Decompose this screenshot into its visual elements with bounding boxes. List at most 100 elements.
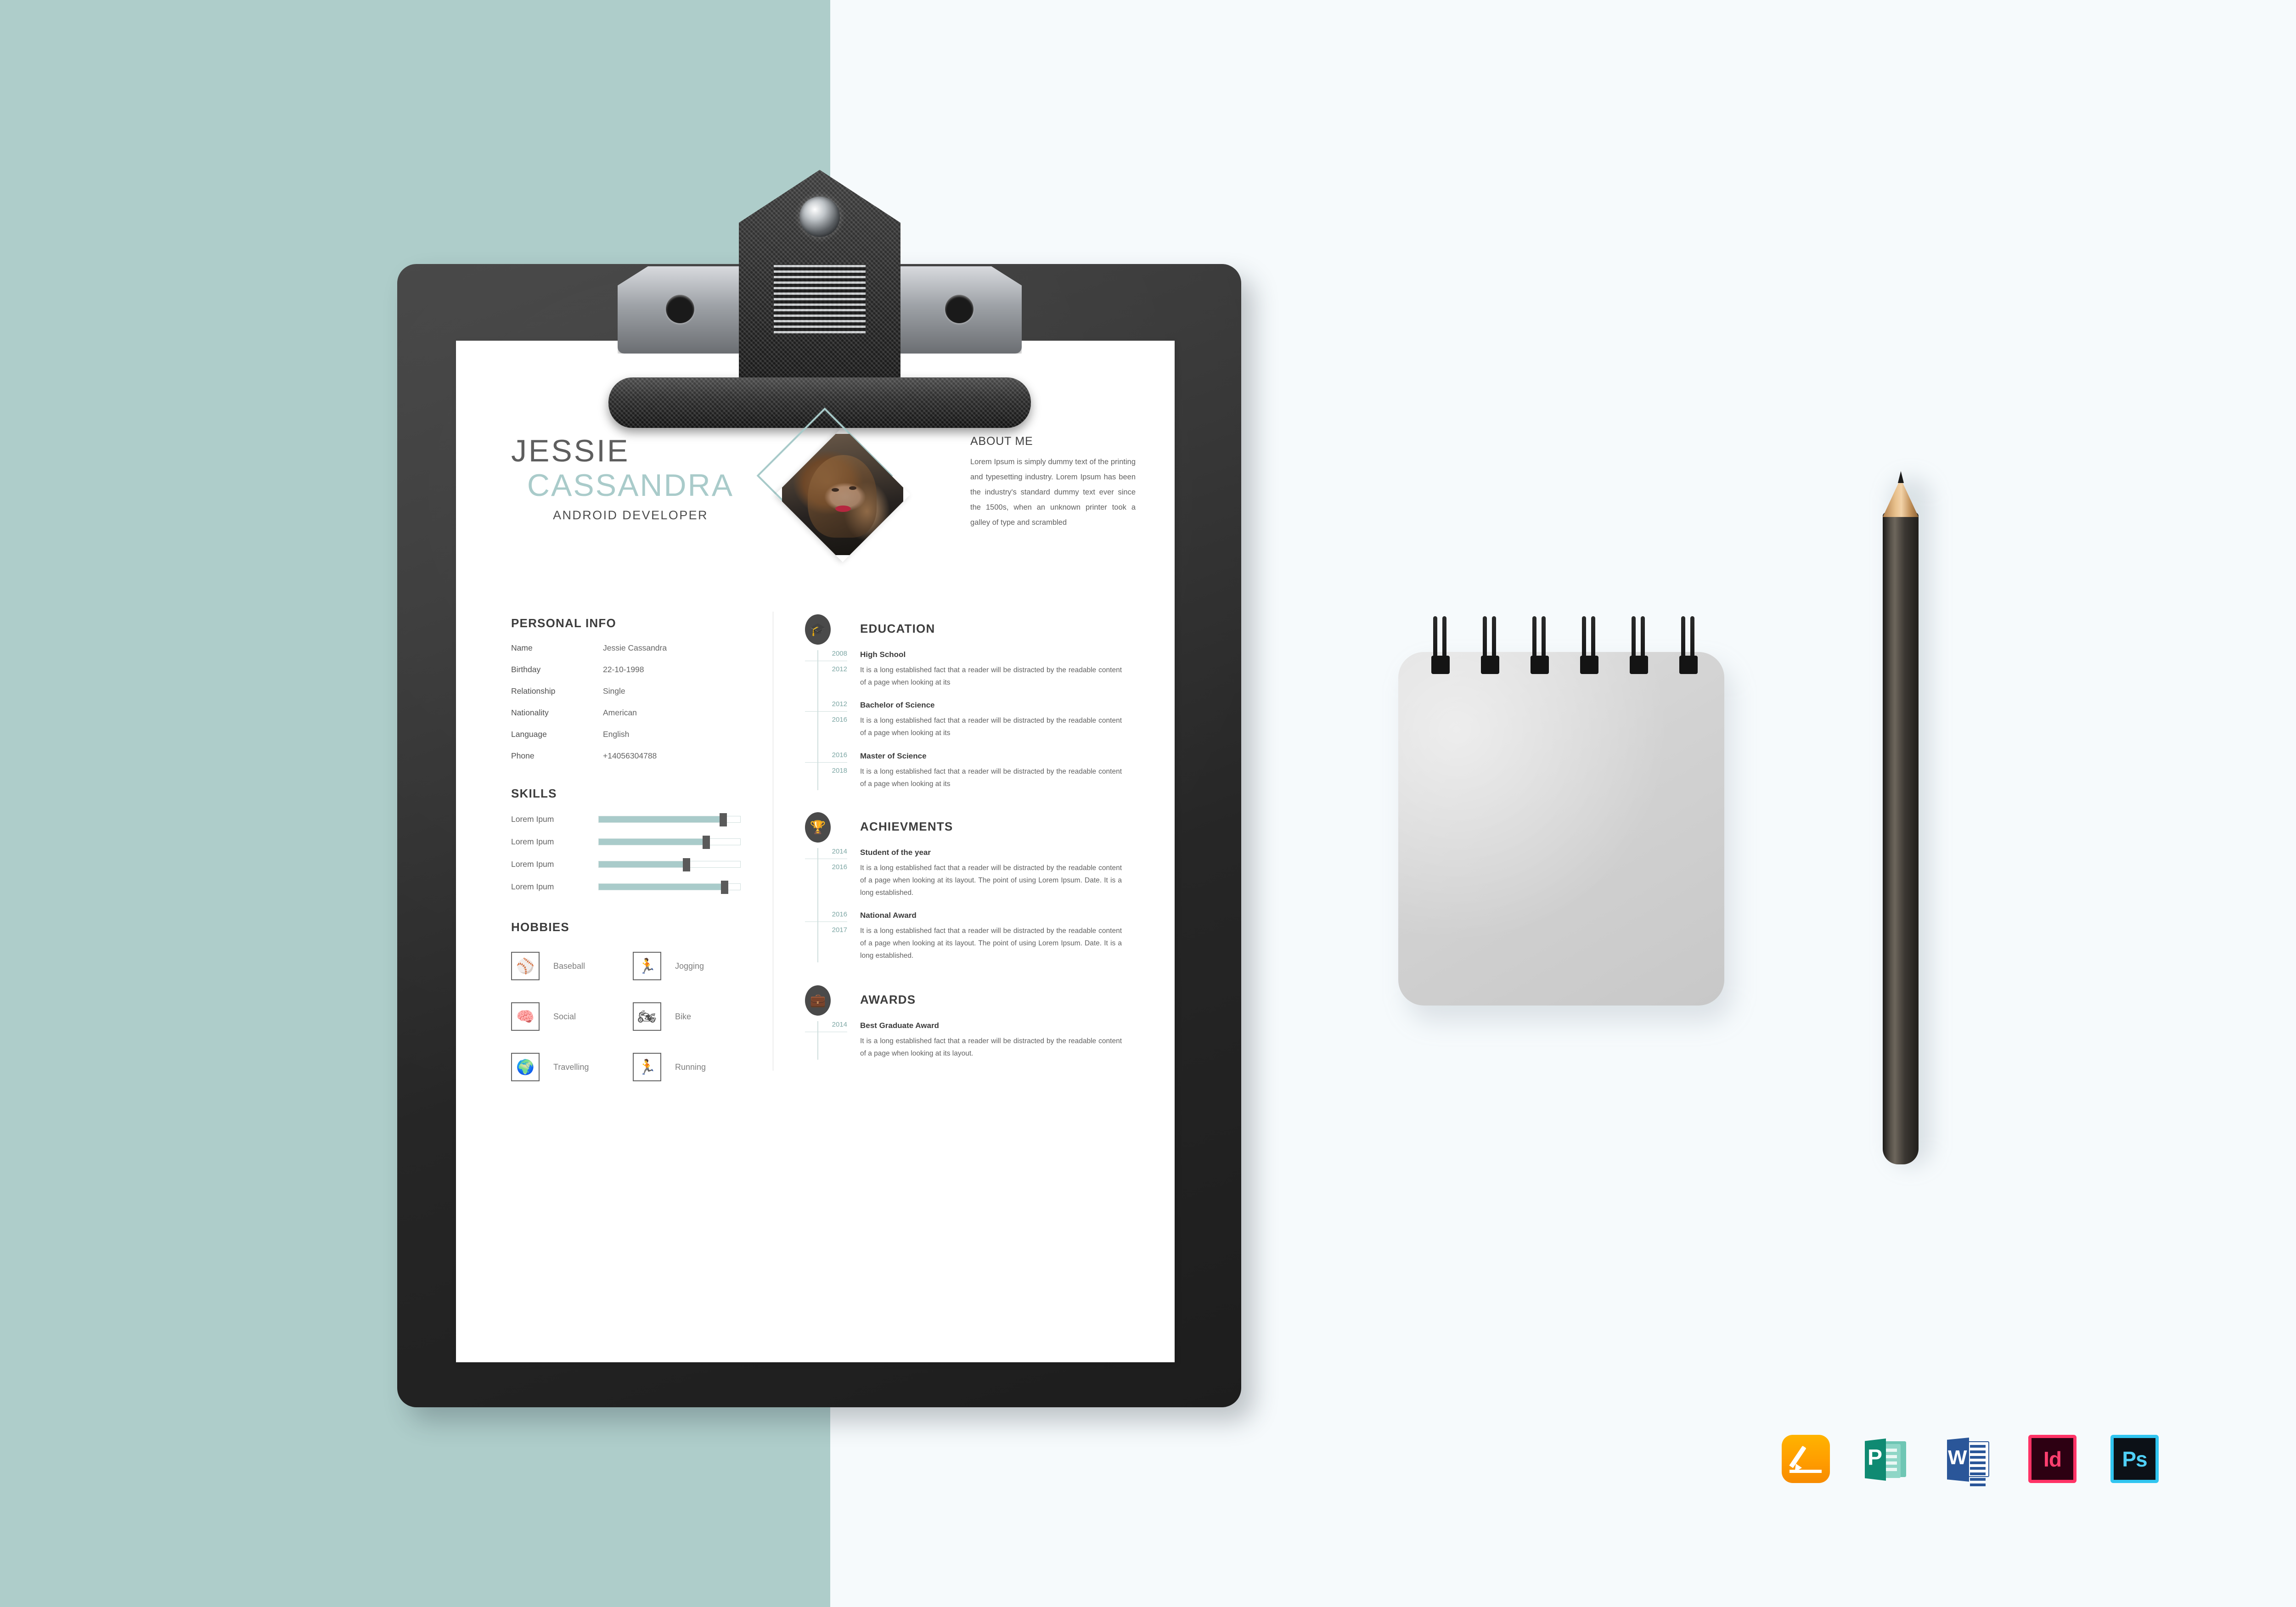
notepad-spiral-ring xyxy=(1431,616,1452,680)
timeline-item-title: Bachelor of Science xyxy=(860,701,935,710)
motorbike-icon: 🏍 xyxy=(633,1002,661,1031)
timeline-item-description: It is a long established fact that a rea… xyxy=(860,666,1122,687)
education-title: EDUCATION xyxy=(860,622,935,635)
personal-info-label: Birthday xyxy=(511,665,541,674)
word-letter: W xyxy=(1948,1446,1967,1469)
pencil xyxy=(1883,468,1931,1166)
brain-icon: 🧠 xyxy=(511,1002,540,1031)
timeline-content: Student of the year It is a long establis… xyxy=(860,848,1122,899)
skill-slider-fill xyxy=(599,816,724,822)
skill-slider-fill xyxy=(599,861,687,867)
timeline-item: 2008 2012 High School It is a long establis… xyxy=(805,650,1122,689)
skill-label: Lorem Ipum xyxy=(511,815,554,824)
timeline-item: 2016 2017 National Award It is a long estab… xyxy=(805,911,1122,962)
timeline-item-title: Master of Science xyxy=(860,751,927,760)
skill-slider-knob[interactable] xyxy=(703,836,710,849)
achievements-title: ACHIEVMENTS xyxy=(860,819,953,833)
awards-timeline: 2014 Best Graduate Award It is a long esta… xyxy=(805,1021,1122,1060)
hobby-label: Travelling xyxy=(553,1062,589,1072)
timeline-year-start: 2012 xyxy=(805,701,847,712)
timeline-year-start: 2014 xyxy=(805,848,847,859)
timeline-years: 2016 2017 xyxy=(805,911,847,933)
microsoft-publisher-icon[interactable]: P xyxy=(1864,1435,1912,1483)
education-timeline: 2008 2012 High School It is a long establis… xyxy=(805,650,1122,790)
timeline-content: National Award It is a long established f… xyxy=(860,911,1122,962)
skill-slider-knob[interactable] xyxy=(720,813,727,826)
notepad-spiral-ring xyxy=(1580,616,1600,680)
microsoft-word-icon[interactable]: W xyxy=(1946,1435,1994,1486)
clip-grip-texture xyxy=(774,264,866,333)
awards-title: AWARDS xyxy=(860,992,916,1006)
timeline-years: 2008 2012 xyxy=(805,650,847,673)
hobbies-title: HOBBIES xyxy=(511,920,569,934)
education-header: 🎓 EDUCATION xyxy=(805,614,1122,647)
timeline-content: High School It is a long established fact… xyxy=(860,650,1122,689)
skill-slider-knob[interactable] xyxy=(721,881,729,894)
timeline-content: Bachelor of Science It is a long establis… xyxy=(860,701,1122,739)
skill-slider[interactable] xyxy=(598,836,741,849)
hobby-item: 🏃 Jogging xyxy=(633,952,754,980)
hobby-item: 🏃 Running xyxy=(633,1053,754,1081)
pencil-body xyxy=(1883,512,1919,1164)
photoshop-letter: Ps xyxy=(2122,1447,2147,1471)
adobe-indesign-icon[interactable]: Id xyxy=(2028,1435,2077,1483)
apple-pages-icon[interactable] xyxy=(1782,1435,1830,1483)
personal-info-row: Birthday 22-10-1998 xyxy=(511,665,754,674)
pencil-lead-tip xyxy=(1898,471,1904,483)
awards-section: 💼 AWARDS 2014 Best Graduate Award It is a … xyxy=(805,985,1122,1060)
personal-info-row: Phone +14056304788 xyxy=(511,751,754,761)
briefcase-icon: 💼 xyxy=(805,985,831,1016)
timeline-item-description: It is a long established fact that a rea… xyxy=(860,717,1122,737)
personal-info-title: PERSONAL INFO xyxy=(511,616,616,630)
hobby-label: Bike xyxy=(675,1011,692,1021)
skill-slider-fill xyxy=(599,884,725,890)
notepad-spiral-ring xyxy=(1481,616,1501,680)
skill-row: Lorem Ipum xyxy=(511,881,754,894)
resume-right-column: 🎓 EDUCATION 2008 2012 High School It is a l… xyxy=(805,614,1122,1072)
education-items: 2008 2012 High School It is a long establis… xyxy=(805,650,1122,790)
last-name: CASSANDRA xyxy=(527,468,734,503)
personal-info-value: Jessie Cassandra xyxy=(603,643,667,652)
personal-info-row: Relationship Single xyxy=(511,686,754,696)
notepad-paper xyxy=(1398,652,1724,1006)
hobby-label: Jogging xyxy=(675,961,704,971)
timeline-content: Master of Science It is a long establishe… xyxy=(860,752,1122,790)
skill-slider[interactable] xyxy=(598,881,741,894)
hobbies-grid: ⚾ Baseball 🏃 Jogging 🧠 Social 🏍 Bike 🌍 Travelling… xyxy=(511,952,754,1081)
timeline-item-description: It is a long established fact that a rea… xyxy=(860,927,1122,960)
globe-plane-icon: 🌍 xyxy=(511,1053,540,1081)
personal-info-value: English xyxy=(603,730,630,739)
publisher-letter: P xyxy=(1868,1445,1883,1470)
notepad-spiral-ring xyxy=(1531,616,1551,680)
hobby-label: Social xyxy=(553,1011,576,1021)
timeline-years: 2016 2018 xyxy=(805,752,847,774)
baseball-icon: ⚾ xyxy=(511,952,540,980)
awards-header: 💼 AWARDS xyxy=(805,985,1122,1018)
clip-hole-right-icon xyxy=(945,295,974,323)
hobby-label: Baseball xyxy=(553,961,585,971)
achievements-timeline: 2014 2016 Student of the year It is a long … xyxy=(805,848,1122,962)
timeline-year-end: 2016 xyxy=(832,716,847,724)
skill-slider[interactable] xyxy=(598,858,741,871)
skill-row: Lorem Ipum xyxy=(511,858,754,871)
timeline-year-start: 2016 xyxy=(805,911,847,922)
skill-slider[interactable] xyxy=(598,813,741,826)
personal-info-label: Language xyxy=(511,730,547,739)
supported-formats-icon-row: P W Id Ps xyxy=(1782,1435,2159,1486)
resume-document: JESSIE CASSANDRA ANDROID DEVELOPER ABOUT… xyxy=(456,341,1175,1362)
timeline-item: 2016 2018 Master of Science It is a long es… xyxy=(805,752,1122,790)
hobbies-section: HOBBIES ⚾ Baseball 🏃 Jogging 🧠 Social 🏍 Bike 🌍 Tr… xyxy=(511,920,754,1081)
timeline-item: 2014 2016 Student of the year It is a long … xyxy=(805,848,1122,899)
notepad-spiral-ring xyxy=(1630,616,1650,680)
timeline-years: 2014 2016 xyxy=(805,848,847,871)
timeline-years: 2014 xyxy=(805,1021,847,1032)
graduation-cap-icon: 🎓 xyxy=(805,614,831,645)
skill-slider-fill xyxy=(599,839,707,845)
skill-slider-knob[interactable] xyxy=(682,858,690,871)
personal-info-label: Phone xyxy=(511,751,535,760)
adobe-photoshop-icon[interactable]: Ps xyxy=(2110,1435,2159,1483)
hobby-item: 🧠 Social xyxy=(511,1002,633,1031)
skills-list: Lorem Ipum Lorem Ipum Lorem Ipum Lorem Ipum xyxy=(511,813,754,894)
personal-info-list: Name Jessie Cassandra Birthday 22-10-1998 Re… xyxy=(511,643,754,761)
indesign-letter: Id xyxy=(2043,1447,2062,1471)
